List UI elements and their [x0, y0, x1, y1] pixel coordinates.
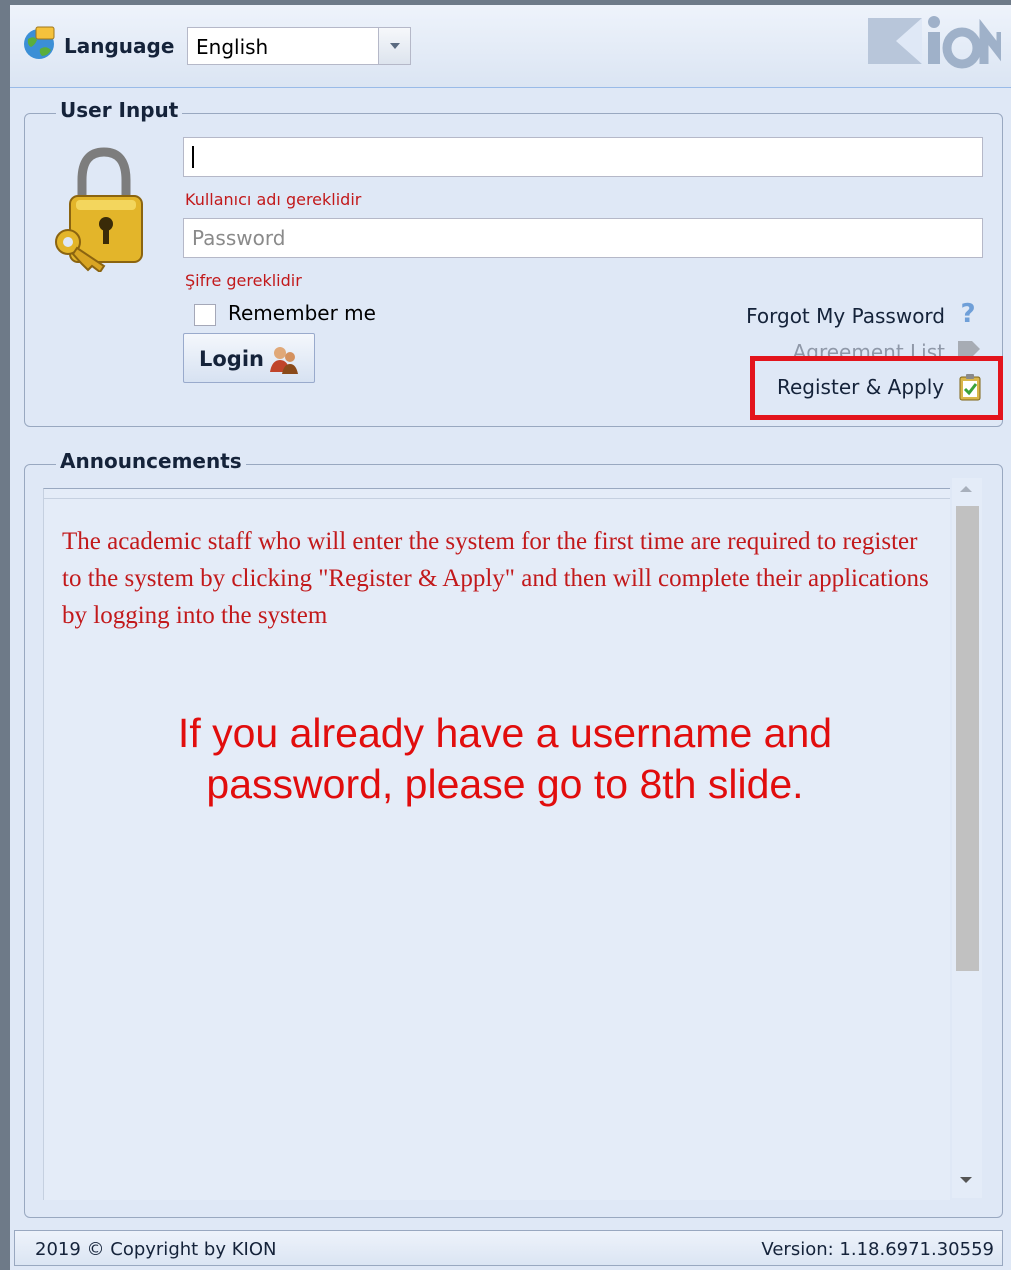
register-apply-link[interactable]: Register & Apply [777, 375, 944, 399]
svg-text:?: ? [960, 299, 975, 328]
globe-icon [24, 26, 55, 59]
clipboard-check-icon[interactable] [958, 373, 982, 401]
remember-me-checkbox[interactable] [194, 304, 216, 326]
announcement-text: The academic staff who will enter the sy… [62, 528, 929, 629]
password-error: Şifre gereklidir [185, 271, 302, 290]
username-error: Kullanıcı adı gereklidir [185, 190, 362, 209]
language-label: Language [64, 34, 175, 58]
forgot-password-link[interactable]: Forgot My Password [746, 304, 945, 328]
language-select-value: English [196, 35, 269, 59]
padlock-icon [55, 147, 143, 272]
users-icon [270, 347, 298, 374]
scrollbar-thumb[interactable] [956, 506, 979, 971]
scroll-up-icon[interactable] [960, 486, 972, 492]
help-icon[interactable]: ? [956, 298, 980, 328]
username-input[interactable] [183, 137, 983, 177]
footer-bar: 2019 © Copyright by KION Version: 1.18.6… [14, 1230, 1003, 1266]
user-input-legend: User Input [56, 98, 183, 122]
chevron-down-icon[interactable] [378, 28, 410, 64]
copyright-text: 2019 © Copyright by KION [35, 1239, 277, 1260]
login-button-label: Login [199, 347, 264, 371]
announcements-legend: Announcements [56, 449, 246, 473]
login-button[interactable]: Login [183, 333, 315, 383]
register-highlight-box: Register & Apply [750, 356, 1003, 420]
divider [43, 498, 950, 499]
password-input[interactable]: Password [183, 218, 983, 258]
scroll-down-icon[interactable] [960, 1177, 972, 1183]
slide-note: If you already have a username and passw… [177, 710, 833, 807]
version-text: Version: 1.18.6971.30559 [761, 1239, 994, 1260]
language-select[interactable]: English [187, 27, 411, 65]
kion-logo [868, 16, 1001, 69]
remember-me-label[interactable]: Remember me [228, 301, 376, 325]
